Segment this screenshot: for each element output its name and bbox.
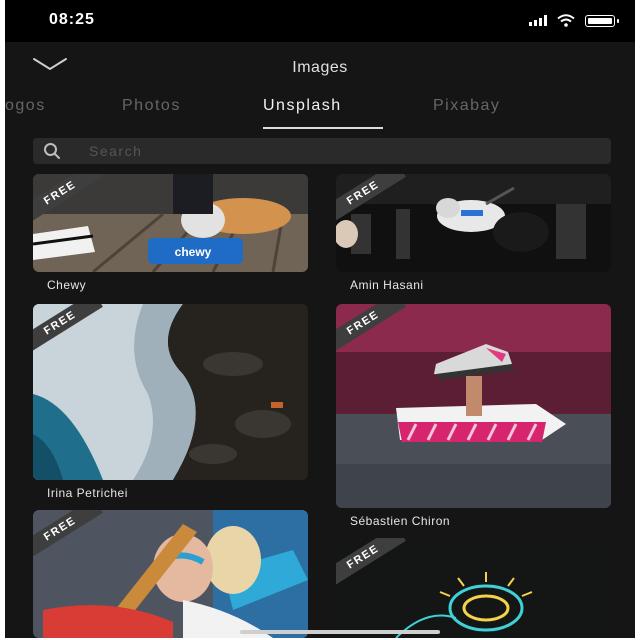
status-time: 08:25 (49, 11, 95, 28)
image-thumbnail[interactable]: FREE (33, 510, 308, 638)
sneaker-photo (336, 304, 611, 508)
image-thumbnail[interactable]: chewy FREE (33, 174, 308, 272)
coastline-aerial-photo (33, 304, 308, 480)
search-input[interactable]: Search (33, 138, 611, 164)
search-icon (44, 143, 60, 159)
image-thumbnail[interactable]: FREE (336, 174, 611, 272)
page-title: Images (292, 59, 348, 76)
app-screen: 08:25 Images ogos Photos Unsplash Pixaba… (5, 0, 635, 638)
image-author: Amin Hasani (350, 278, 424, 292)
dog-box-label: chewy (175, 245, 212, 259)
image-author: Sébastien Chiron (350, 514, 451, 528)
image-author: Irina Petrichei (47, 486, 128, 500)
status-bar: 08:25 (5, 0, 635, 42)
tab-pixabay[interactable]: Pixabay (433, 97, 500, 115)
image-thumbnail[interactable]: FREE (336, 304, 611, 508)
tab-photos[interactable]: Photos (122, 97, 181, 115)
cellular-signal-icon (529, 15, 547, 26)
active-tab-indicator (263, 127, 383, 129)
image-thumbnail[interactable]: FREE (336, 538, 611, 638)
wifi-icon (557, 14, 575, 27)
status-icons (529, 14, 619, 27)
source-tabs: ogos Photos Unsplash Pixabay (5, 92, 635, 134)
image-thumbnail[interactable]: FREE (33, 304, 308, 480)
image-grid: chewy FREE Chewy FREE Amin Hasani FREE I… (5, 174, 635, 638)
battery-icon (585, 14, 619, 27)
image-author: Chewy (47, 278, 87, 292)
home-indicator (240, 630, 440, 634)
tab-unsplash[interactable]: Unsplash (263, 97, 342, 115)
search-placeholder: Search (89, 143, 143, 159)
tab-logos[interactable]: ogos (5, 97, 46, 115)
header: Images (5, 42, 635, 92)
